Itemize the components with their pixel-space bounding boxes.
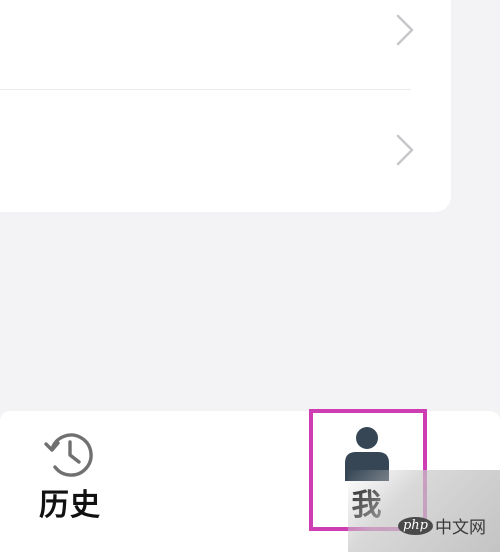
- chevron-right-icon: [396, 134, 414, 166]
- tab-history[interactable]: 历史: [0, 411, 140, 552]
- watermark-logo: php 中文网: [397, 513, 486, 538]
- tab-history-label: 历史: [39, 488, 101, 523]
- settings-card: [0, 0, 451, 212]
- list-row[interactable]: [0, 0, 451, 90]
- watermark: php 中文网: [348, 470, 500, 552]
- watermark-text: 中文网: [435, 518, 486, 538]
- chevron-right-icon: [396, 14, 414, 46]
- watermark-badge: php: [397, 516, 433, 535]
- history-icon: [44, 433, 93, 477]
- list-row[interactable]: [0, 90, 451, 210]
